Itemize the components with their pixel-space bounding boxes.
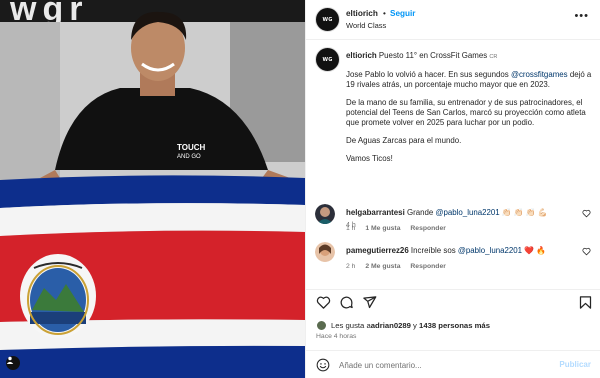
commenter-avatar[interactable] (315, 242, 335, 262)
follow-button[interactable]: Seguir (390, 9, 415, 18)
comment-time: 1 h (346, 225, 356, 232)
post-actions (306, 290, 600, 314)
comment-body: Grande (406, 208, 436, 217)
mention-link[interactable]: @crossfitgames (511, 70, 568, 79)
share-icon[interactable] (362, 295, 377, 310)
commenter-username[interactable]: helgabarrantesi (346, 208, 405, 217)
post-photo[interactable]: wgr TOUCH AND GO (0, 0, 305, 378)
post-sidebar: WG eltiorich • Seguir World Class ••• WG… (305, 0, 600, 378)
comment-likes[interactable]: 2 Me gusta (365, 263, 400, 270)
post-caption: eltiorich Puesto 11° en CrossFit Games C… (346, 51, 592, 172)
comment-input[interactable] (339, 357, 549, 373)
comment-text: pamegutierrez26 Increíble sos @pablo_lun… (346, 246, 566, 256)
caption-username[interactable]: eltiorich (346, 51, 377, 60)
athlete-photo: wgr TOUCH AND GO (0, 0, 305, 378)
comment-likes[interactable]: 1 Me gusta (365, 225, 400, 232)
likes-summary[interactable]: Les gusta a adrian0289 y 1438 personas m… (316, 319, 490, 331)
flag-emoji: CR (489, 54, 498, 60)
post-header: WG eltiorich • Seguir World Class ••• (306, 0, 600, 40)
caption-para1-start: Jose Pablo lo volvió a hacer. En sus seg… (346, 70, 511, 79)
shirt-logo-line1: TOUCH (177, 143, 206, 152)
comment-body: Increíble sos (410, 246, 458, 255)
reply-button[interactable]: Responder (410, 263, 446, 270)
caption-author-avatar[interactable]: WG (315, 47, 340, 72)
comment-item: pamegutierrez26 Increíble sos @pablo_lun… (306, 242, 600, 282)
heart-icon[interactable] (316, 295, 331, 310)
likes-prefix: Les gusta a (331, 320, 371, 330)
publish-button[interactable]: Publicar (559, 360, 591, 369)
likes-count[interactable]: 1438 personas más (419, 321, 490, 330)
reply-button[interactable]: Responder (410, 225, 446, 232)
liker-avatar[interactable] (316, 319, 327, 331)
heart-icon[interactable] (582, 247, 591, 256)
costa-rica-flag (0, 175, 305, 378)
emoji-icon[interactable] (316, 358, 330, 372)
comment-emojis: ❤️ 🔥 (524, 246, 547, 255)
comment-icon[interactable] (339, 295, 354, 310)
comment-meta: 1 h 1 Me gusta Responder (346, 225, 454, 232)
add-comment-bar: Publicar (306, 350, 600, 378)
likes-middle: y (410, 320, 420, 330)
comment-item: helgabarrantesi Grande @pablo_luna2201 👏… (306, 204, 600, 244)
author-username[interactable]: eltiorich (346, 9, 378, 18)
caption-para2: De la mano de su familia, su entrenador … (346, 98, 586, 127)
liker-username[interactable]: adrian0289 (371, 321, 411, 330)
comment-time: 2 h (346, 263, 356, 270)
caption-para3: De Aguas Zarcas para el mundo. (346, 136, 462, 145)
comment-meta: 2 h 2 Me gusta Responder (346, 263, 454, 270)
commenter-username[interactable]: pamegutierrez26 (346, 246, 409, 255)
author-avatar[interactable]: WG (315, 7, 340, 32)
comment-text: helgabarrantesi Grande @pablo_luna2201 👏… (346, 208, 566, 218)
more-horizontal-icon[interactable]: ••• (574, 11, 589, 22)
header-separator: • (383, 9, 386, 18)
comment-emojis: 👏🏻 👏🏻 👏🏻 💪🏻 (501, 208, 548, 217)
caption-para4: Vamos Ticos! (346, 154, 393, 163)
shirt-logo-line2: AND GO (177, 154, 201, 160)
heart-icon[interactable] (582, 209, 591, 218)
post-timestamp: Hace 4 horas (316, 333, 357, 340)
commenter-avatar[interactable] (315, 204, 335, 224)
avatar-logo-text: WG (322, 16, 333, 23)
comment-mention[interactable]: @pablo_luna2201 (435, 208, 499, 217)
caption-lead: Puesto 11° en CrossFit Games (378, 51, 488, 60)
comments-section[interactable]: WG eltiorich Puesto 11° en CrossFit Game… (306, 41, 600, 289)
person-icon[interactable] (6, 356, 20, 370)
caption-avatar-logo-text: WG (322, 56, 333, 63)
bookmark-icon[interactable] (578, 295, 593, 310)
comment-mention[interactable]: @pablo_luna2201 (458, 246, 522, 255)
post-location[interactable]: World Class (346, 21, 386, 30)
